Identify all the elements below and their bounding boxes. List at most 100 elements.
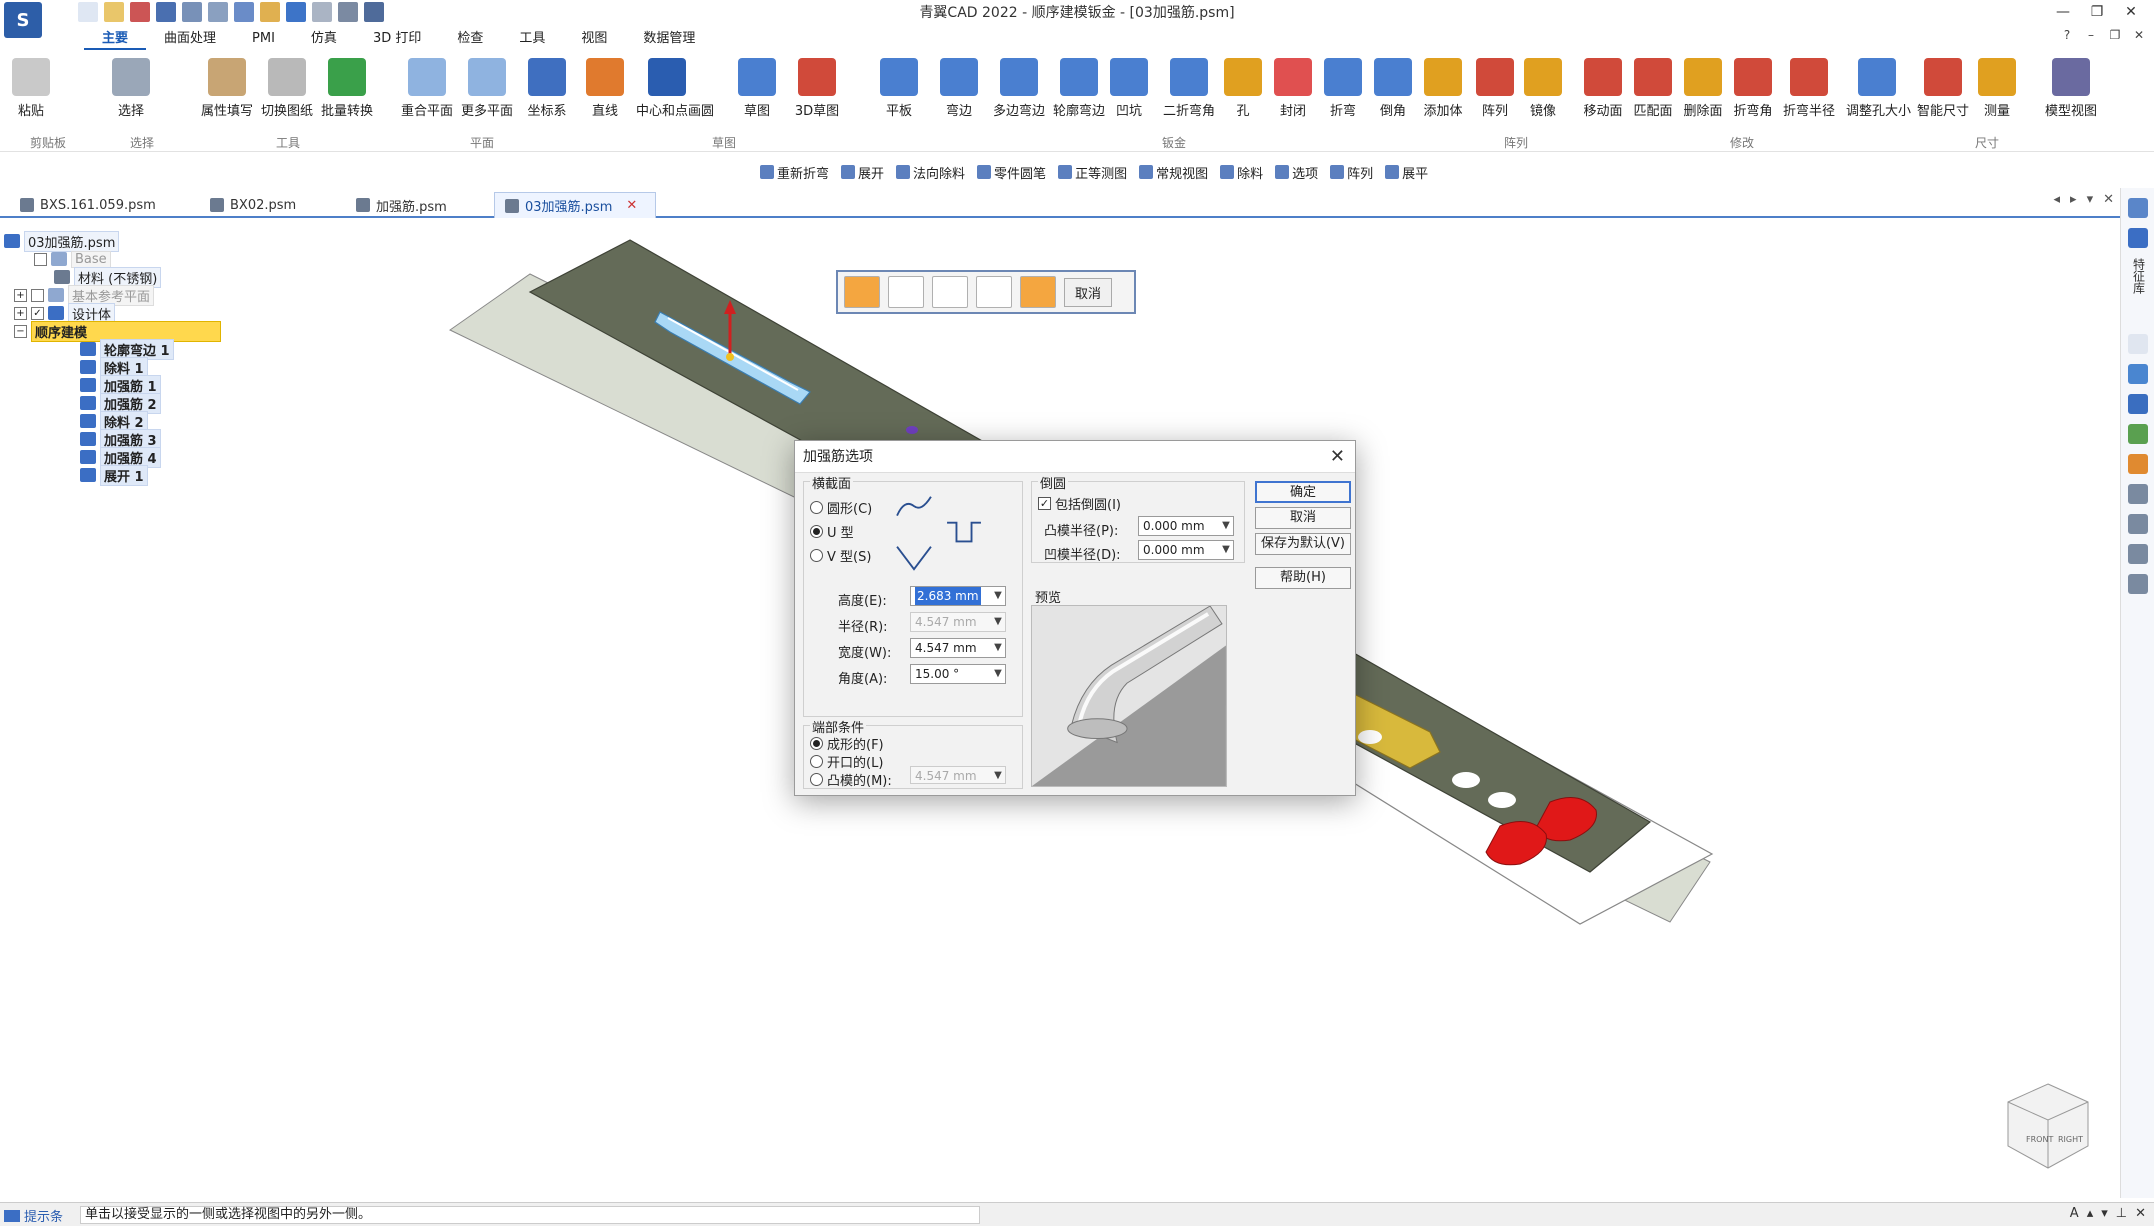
tab-scroll-right-icon[interactable]: ▸ xyxy=(2070,192,2077,207)
color-icon[interactable] xyxy=(2127,424,2148,444)
width-field[interactable]: 4.547 mm ▼ xyxy=(910,638,1006,658)
expand-icon[interactable]: + xyxy=(14,288,27,302)
collapse-icon[interactable]: ▾ xyxy=(2101,1206,2108,1221)
tree-item-feature[interactable]: 除料 2 xyxy=(80,410,148,432)
open-file-icon[interactable] xyxy=(104,2,124,22)
angle-field[interactable]: 15.00 ° ▼ xyxy=(910,664,1006,684)
ribbon-close-icon[interactable]: ✕ xyxy=(2130,28,2148,46)
dropdown-arrow-icon[interactable]: ▼ xyxy=(991,639,1005,657)
command-bar-item[interactable]: 展开 xyxy=(841,163,884,182)
ribbon-button[interactable]: 平板 xyxy=(868,58,930,119)
save-as-icon[interactable] xyxy=(182,2,202,22)
link-icon[interactable] xyxy=(2127,334,2148,354)
side-step-button[interactable] xyxy=(976,276,1012,308)
ribbon-button[interactable]: 重合平面 xyxy=(396,58,458,119)
prompt-bar-tag[interactable]: 提示条 xyxy=(4,1206,63,1225)
radio-button[interactable] xyxy=(810,525,823,538)
dropdown-arrow-icon[interactable]: ▼ xyxy=(1219,541,1233,559)
ribbon-button[interactable]: 弯边 xyxy=(928,58,990,119)
tree-item-feature[interactable]: 加强筋 2 xyxy=(80,392,161,414)
close-window-button[interactable]: ✕ xyxy=(2114,0,2148,24)
command-bar-item[interactable]: 除料 xyxy=(1220,163,1263,182)
close-all-icon[interactable]: ✕ xyxy=(2103,192,2114,207)
print-icon[interactable] xyxy=(208,2,228,22)
command-bar-item[interactable]: 阵列 xyxy=(1330,163,1373,182)
profile-step-button[interactable] xyxy=(932,276,968,308)
tree-item-feature[interactable]: 加强筋 1 xyxy=(80,374,161,396)
select-step-button[interactable] xyxy=(844,276,880,308)
ribbon-minimize-icon[interactable]: – xyxy=(2082,28,2100,46)
radio-u-shape[interactable]: U 型 xyxy=(810,522,854,541)
tab-scroll-left-icon[interactable]: ◂ xyxy=(2054,192,2061,207)
pin-icon[interactable]: ⊥ xyxy=(2116,1206,2127,1221)
ribbon-button[interactable]: 调整孔大小 xyxy=(1846,58,1911,119)
app-logo[interactable]: S xyxy=(4,2,42,38)
save-default-button[interactable]: 保存为默认(V) xyxy=(1255,533,1351,555)
checkbox[interactable]: ✓ xyxy=(1038,497,1051,510)
close-doc-icon[interactable] xyxy=(130,2,150,22)
tab-surfacing[interactable]: 曲面处理 xyxy=(146,28,234,50)
ribbon-button[interactable]: 批量转换 xyxy=(316,58,378,119)
command-bar-item[interactable]: 正等测图 xyxy=(1058,163,1127,182)
select-tool-icon[interactable] xyxy=(338,2,358,22)
radio-punched[interactable]: 凸模的(M): xyxy=(810,770,892,789)
ribbon-button[interactable]: 多边弯边 xyxy=(988,58,1050,119)
command-bar-item[interactable]: 常规视图 xyxy=(1139,163,1208,182)
tree-item-feature[interactable]: 加强筋 4 xyxy=(80,446,161,468)
doc-tab[interactable]: BXS.161.059.psm xyxy=(10,192,166,218)
ribbon-button[interactable]: 折弯半径 xyxy=(1778,58,1840,119)
ribbon-button[interactable]: 折弯角 xyxy=(1722,58,1784,119)
dialog-close-icon[interactable]: ✕ xyxy=(1330,441,1345,473)
options-button[interactable] xyxy=(888,276,924,308)
doc-tab[interactable]: BX02.psm xyxy=(200,192,306,218)
minimize-button[interactable]: — xyxy=(2046,0,2080,24)
tree-item-base[interactable]: Base xyxy=(34,250,111,268)
radio-formed[interactable]: 成形的(F) xyxy=(810,734,884,753)
radio-button[interactable] xyxy=(810,549,823,562)
radio-button[interactable] xyxy=(810,773,823,786)
tab-view[interactable]: 视图 xyxy=(563,28,625,50)
radio-open[interactable]: 开口的(L) xyxy=(810,752,883,771)
radio-button[interactable] xyxy=(810,737,823,750)
ribbon-button[interactable]: 凹坑 xyxy=(1098,58,1160,119)
command-bar-item[interactable]: 展平 xyxy=(1385,163,1428,182)
ribbon-button[interactable]: 草图 xyxy=(726,58,788,119)
height-field[interactable]: 2.683 mm ▼ xyxy=(910,586,1006,606)
ribbon-button[interactable]: 属性填写 xyxy=(196,58,258,119)
tree-item-feature[interactable]: 除料 1 xyxy=(80,356,148,378)
doc-tab-active[interactable]: 03加强筋.psm ✕ xyxy=(494,192,656,218)
tab-home[interactable]: 主要 xyxy=(84,28,147,50)
punch-radius-field[interactable]: 0.000 mm ▼ xyxy=(1138,516,1234,536)
ribbon-button[interactable]: 粘贴 xyxy=(0,58,62,119)
expand-icon[interactable]: ▴ xyxy=(2087,1206,2094,1221)
file-properties-icon[interactable] xyxy=(260,2,280,22)
font-size-icon[interactable]: A xyxy=(2070,1206,2079,1221)
tab-data-management[interactable]: 数据管理 xyxy=(625,28,713,50)
expand-icon[interactable]: + xyxy=(14,306,27,320)
die-radius-field[interactable]: 0.000 mm ▼ xyxy=(1138,540,1234,560)
ok-button[interactable]: 确定 xyxy=(1255,481,1351,503)
layers-icon[interactable] xyxy=(2127,394,2148,414)
help-icon[interactable]: ? xyxy=(2058,28,2076,46)
restore-button[interactable]: ❐ xyxy=(2080,0,2114,24)
cancel-command-button[interactable]: 取消 xyxy=(1064,277,1113,307)
render-icon[interactable] xyxy=(2127,454,2148,474)
variables-icon[interactable] xyxy=(2127,514,2148,534)
tab-simulation[interactable]: 仿真 xyxy=(293,28,355,50)
redo-icon[interactable] xyxy=(312,2,332,22)
new-file-icon[interactable] xyxy=(78,2,98,22)
command-bar-item[interactable]: 选项 xyxy=(1275,163,1318,182)
radio-button[interactable] xyxy=(810,755,823,768)
radio-v-shape[interactable]: V 型(S) xyxy=(810,546,871,565)
ribbon-button[interactable]: 二折弯角 xyxy=(1158,58,1220,119)
checkbox[interactable]: ✓ xyxy=(31,306,44,320)
dropdown-arrow-icon[interactable]: ▼ xyxy=(991,665,1005,683)
view-cube[interactable]: FRONT RIGHT xyxy=(2000,1080,2096,1176)
dropdown-arrow-icon[interactable]: ▼ xyxy=(1219,517,1233,535)
window-icon[interactable] xyxy=(364,2,384,22)
ribbon-button[interactable]: 测量 xyxy=(1966,58,2028,119)
checkbox[interactable] xyxy=(31,288,44,302)
ribbon-button[interactable]: 坐标系 xyxy=(516,58,578,119)
tree-item-feature[interactable]: 加强筋 3 xyxy=(80,428,161,450)
tab-inspect[interactable]: 检查 xyxy=(439,28,501,50)
